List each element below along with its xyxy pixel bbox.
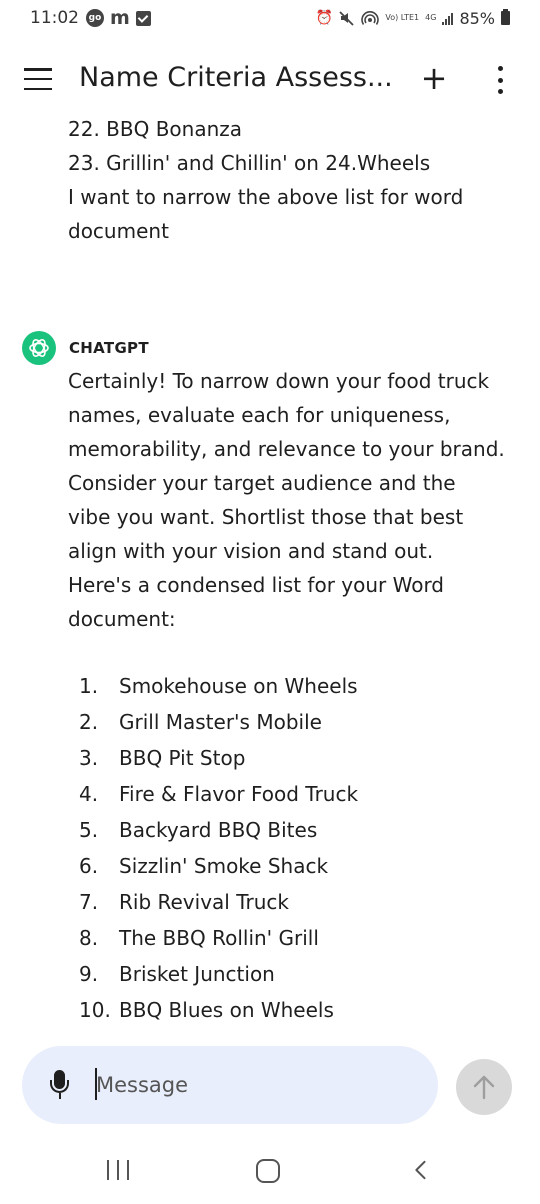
home-icon[interactable] [256, 1159, 280, 1183]
list-item: 2. Grill Master's Mobile [79, 704, 358, 740]
assistant-message-line: document: [68, 607, 176, 631]
system-nav-bar [0, 1140, 540, 1204]
list-item: 9. Brisket Junction [79, 956, 358, 992]
recents-icon[interactable] [107, 1160, 129, 1182]
message-composer [22, 1046, 438, 1124]
assistant-message-line: align with your vision and stand out. [68, 539, 434, 563]
alarm-icon: ⏰ [315, 10, 334, 26]
back-icon[interactable] [412, 1160, 428, 1180]
list-item-number: 2. [79, 710, 99, 734]
list-item-text: Fire & Flavor Food Truck [119, 782, 359, 806]
mute-icon [339, 11, 354, 26]
assistant-message-line: vibe you want. Shortlist those that best [68, 505, 464, 529]
list-item-text: Sizzlin' Smoke Shack [119, 854, 329, 878]
user-message-line: document [68, 219, 169, 243]
network-type: 4G [425, 13, 437, 22]
list-item-number: 4. [79, 782, 99, 806]
chat-scroll-area[interactable]: 22. BBQ Bonanza 23. Grillin' and Chillin… [0, 118, 540, 1038]
list-item: 5. Backyard BBQ Bites [79, 812, 358, 848]
user-message-line: 22. BBQ Bonanza [68, 118, 243, 141]
list-item-text: Smokehouse on Wheels [119, 674, 358, 698]
list-item-text: The BBQ Rollin' Grill [119, 926, 319, 950]
battery-icon [501, 9, 510, 25]
list-item: 8. The BBQ Rollin' Grill [79, 920, 358, 956]
go-app-icon: go [86, 9, 104, 27]
hotspot-icon [361, 11, 380, 25]
list-item-text: BBQ Pit Stop [119, 746, 246, 770]
list-item-text: Backyard BBQ Bites [119, 818, 318, 842]
checkbox-notification-icon [135, 10, 151, 26]
assistant-message-line: Certainly! To narrow down your food truc… [68, 369, 490, 393]
list-item-text: BBQ Blues on Wheels [119, 998, 334, 1022]
list-item: 3. BBQ Pit Stop [79, 740, 358, 776]
status-time: 11:02 [30, 8, 79, 28]
chatgpt-logo-icon [22, 331, 56, 365]
assistant-message-line: names, evaluate each for uniqueness, [68, 403, 451, 427]
assistant-header: CHATGPT [22, 331, 149, 365]
list-item: 10. BBQ Blues on Wheels [79, 992, 358, 1028]
assistant-name: CHATGPT [69, 339, 149, 357]
signal-icon [442, 12, 454, 25]
list-item-number: 10. [79, 998, 111, 1022]
list-item: 7. Rib Revival Truck [79, 884, 358, 920]
list-item-number: 7. [79, 890, 99, 914]
list-item-text: Grill Master's Mobile [119, 710, 322, 734]
assistant-message-line: memorability, and relevance to your bran… [68, 437, 505, 461]
assistant-message-line: Here's a condensed list for your Word [68, 573, 445, 597]
user-message-line: 23. Grillin' and Chillin' on 24.Wheels [68, 151, 431, 175]
list-item-text: Rib Revival Truck [119, 890, 289, 914]
list-item: 4. Fire & Flavor Food Truck [79, 776, 358, 812]
battery-percent: 85% [459, 8, 495, 28]
list-item-number: 3. [79, 746, 99, 770]
list-item-number: 6. [79, 854, 99, 878]
user-message-line: I want to narrow the above list for word [68, 185, 464, 209]
list-item-number: 8. [79, 926, 99, 950]
list-item: 6. Sizzlin' Smoke Shack [79, 848, 358, 884]
send-arrow-icon [473, 1075, 495, 1100]
name-list: 1. Smokehouse on Wheels 2. Grill Master's … [79, 668, 358, 1028]
assistant-message-line: Consider your target audience and the [68, 471, 456, 495]
status-bar: 11:02 go m ⏰ Vo) LTE1 4G 85% [0, 0, 540, 38]
status-right-icons: ⏰ Vo) LTE1 4G 85% [316, 8, 510, 28]
user-message: 22. BBQ Bonanza 23. Grillin' and Chillin… [68, 118, 518, 248]
list-item-number: 1. [79, 674, 99, 698]
new-chat-button[interactable]: + [420, 58, 448, 98]
m-app-icon: m [110, 7, 130, 29]
conversation-title[interactable]: Name Criteria Assess... [79, 62, 393, 93]
list-item-text: Brisket Junction [119, 962, 275, 986]
list-item-number: 5. [79, 818, 99, 842]
assistant-message: Certainly! To narrow down your food truc… [68, 364, 523, 636]
list-item-number: 9. [79, 962, 99, 986]
message-input[interactable] [96, 1066, 416, 1104]
app-header: Name Criteria Assess... + [0, 40, 540, 118]
volte-indicator: Vo) LTE1 [385, 13, 420, 22]
hamburger-menu-icon[interactable] [24, 68, 52, 90]
list-item: 1. Smokehouse on Wheels [79, 668, 358, 704]
send-button[interactable] [456, 1059, 512, 1115]
status-left-icons: go m [86, 8, 151, 28]
microphone-icon[interactable] [49, 1070, 71, 1100]
more-vert-icon[interactable] [490, 66, 510, 94]
